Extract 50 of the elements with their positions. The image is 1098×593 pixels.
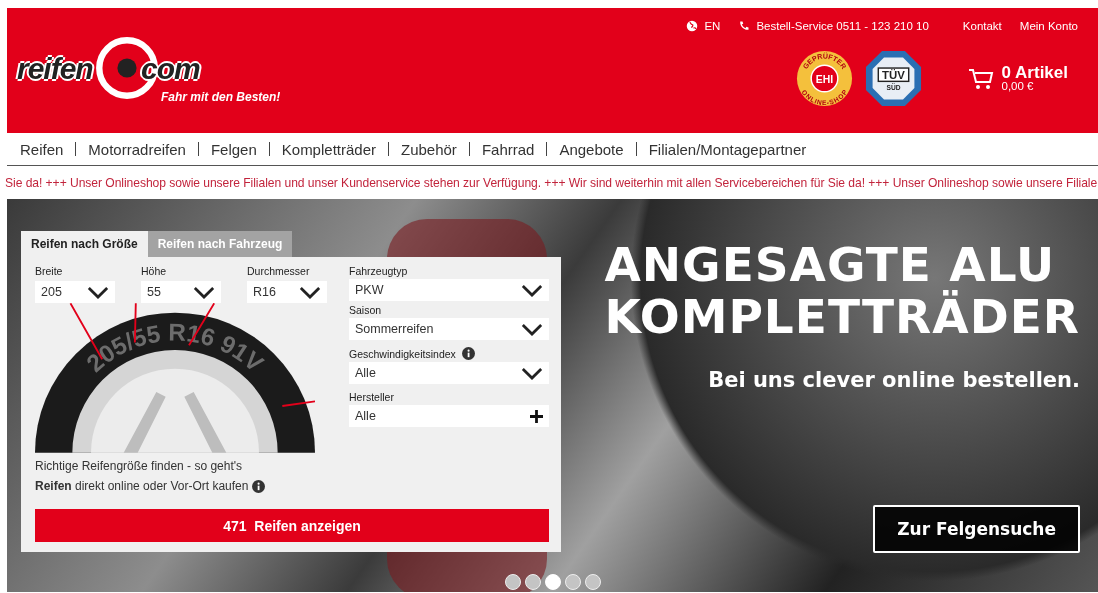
chevron-down-icon [87, 285, 109, 299]
filter-select[interactable]: Sommerreifen [349, 318, 549, 340]
shopping-cart-icon[interactable] [967, 66, 994, 91]
nav-link[interactable]: Felgen [210, 140, 257, 158]
nav-link[interactable]: Filialen/Montagepartner [648, 140, 807, 158]
show-tires-button[interactable]: 471 Reifen anzeigen [35, 509, 549, 542]
logo-slogan: Fahr mit den Besten! [161, 90, 281, 104]
chevron-down-icon [299, 285, 321, 299]
promo-headline: ANGESAGTE ALU KOMPLETTRÄDER [604, 239, 1080, 343]
chevron-down-icon [521, 322, 543, 336]
nav-link[interactable]: Fahrrad [481, 140, 535, 158]
size-select[interactable]: 205 [35, 281, 115, 303]
logo-word: reifen [17, 52, 93, 86]
info-icon[interactable] [461, 347, 475, 360]
field-label: Hersteller [349, 391, 394, 403]
field-label: Saison [349, 304, 382, 316]
search-tab[interactable]: Reifen nach Größe [21, 231, 148, 257]
nav-link[interactable]: Motorradreifen [88, 140, 186, 158]
help-link[interactable]: Richtige Reifengröße finden - so geht's [35, 459, 549, 473]
plus-icon [530, 409, 543, 423]
field-label: Fahrzeugtyp [349, 265, 408, 277]
info-icon[interactable] [252, 479, 266, 493]
cart-count[interactable]: 0 Artikel [1001, 64, 1068, 82]
chevron-down-icon [193, 285, 215, 299]
field-label: Geschwindigkeitsindex [349, 347, 456, 360]
promo-subline: Bei uns clever online bestellen. [708, 368, 1080, 393]
field-label: Durchmesser [247, 265, 311, 277]
top-link[interactable]: Bestell-Service 0511 - 123 210 10 [738, 20, 929, 32]
field-label: Breite [35, 265, 64, 277]
nav-link[interactable]: Reifen [20, 140, 64, 158]
size-select[interactable]: 55 [141, 281, 221, 303]
globe-icon [686, 20, 699, 32]
phone-icon [738, 20, 751, 32]
news-ticker: Sie da! +++ Unser Onlineshop sowie unsere Filialen und unser Kundenservice stehen zur Verfügung. +++ Wir sind weiterhin mit allen Servicebereichen für Sie da! +++ Unser Onlineshop sowie unsere Filiale [5, 175, 1098, 192]
nav-link[interactable]: Angebote [559, 140, 624, 158]
nav-link[interactable]: Kompletträder [281, 140, 376, 158]
rim-search-button[interactable]: Zur Felgensuche [873, 505, 1080, 554]
filter-select[interactable]: Alle [349, 405, 549, 427]
chevron-down-icon [521, 366, 543, 380]
size-select[interactable]: R16 [247, 281, 327, 303]
info-text: Reifen direkt online oder Vor-Ort kaufen [35, 479, 249, 493]
filter-select[interactable]: PKW [349, 279, 549, 301]
chevron-down-icon [521, 283, 543, 297]
top-link[interactable]: EN [686, 20, 721, 32]
cart-total: 0,00 € [1001, 81, 1035, 93]
field-label: Höhe [141, 265, 168, 277]
top-link[interactable]: Kontakt [962, 20, 1002, 32]
filter-select[interactable]: Alle [349, 362, 549, 384]
top-link[interactable]: Mein Konto [1019, 20, 1078, 32]
nav-link[interactable]: Zubehör [401, 140, 457, 158]
